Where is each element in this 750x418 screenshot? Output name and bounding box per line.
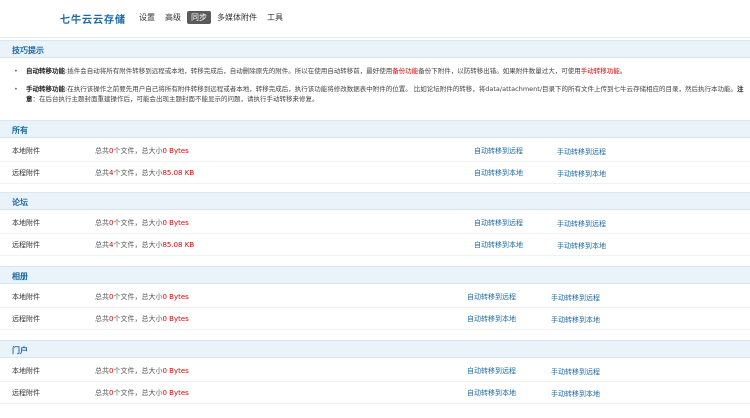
section-title: 所有	[12, 126, 28, 135]
tip-manual-transfer: • 手动转移功能:在执行该操作之前要先用户自己将所有附件转移到远程或者本地，转移…	[14, 84, 744, 104]
manual-transfer-link[interactable]: 手动转移到本地	[557, 241, 606, 251]
file-stats: 总共4个文件，总大小85.08 KB	[95, 240, 194, 250]
table-row: 本地附件 总共0个文件，总大小0 Bytes 自动转移到远程 手动转移到远程	[0, 212, 750, 234]
manual-transfer-link[interactable]: 手动转移到远程	[551, 293, 600, 303]
table-row: 本地附件 总共0个文件，总大小0 Bytes 自动转移到远程 手动转移到远程	[0, 360, 750, 382]
manual-transfer-link[interactable]: 手动转移到本地	[551, 315, 600, 325]
file-size: 0 Bytes	[162, 219, 189, 227]
manual-transfer-link[interactable]: 手动转移到远程	[557, 219, 606, 229]
table-row: 远程附件 总共0个文件，总大小0 Bytes 自动转移到本地 手动转移到本地	[0, 308, 750, 330]
manual-transfer-link[interactable]: 手动转移到本地	[557, 169, 606, 179]
top-bar: 七牛云云存储 设置 高级 同步 多媒体附件 工具	[0, 0, 750, 38]
file-stats: 总共0个文件，总大小0 Bytes	[95, 146, 189, 156]
manual-transfer-link[interactable]: 手动转移到本地	[551, 389, 600, 399]
row-label: 远程附件	[12, 169, 40, 177]
file-size: 85.08 KB	[162, 169, 195, 177]
brand-title: 七牛云云存储	[60, 15, 126, 26]
file-stats: 总共0个文件，总大小0 Bytes	[95, 366, 189, 376]
tips-header: 技巧提示	[0, 40, 750, 58]
tip-text: 备份下附件，以防转移出错。如果附件数量过大，可使用	[418, 67, 581, 75]
tip-label: 自动转移功能	[26, 67, 65, 75]
tip-body: 自动转移功能:插件会自动将所有附件转移到远程或本地，转移完成后，自动删除原先的附…	[14, 66, 744, 76]
stats-text: 总共	[95, 293, 109, 301]
file-size: 0 Bytes	[162, 389, 189, 397]
stats-text: 总共	[95, 169, 109, 177]
stats-text: 个文件，总大小	[113, 367, 163, 375]
auto-transfer-link[interactable]: 自动转移到远程	[474, 146, 523, 156]
tip-text: :插件会自动将所有附件转移到远程或本地，转移完成后，自动删除原先的附件。所以在使…	[65, 67, 393, 75]
stats-text: 总共	[95, 147, 109, 155]
file-size: 0 Bytes	[162, 293, 189, 301]
file-stats: 总共4个文件，总大小85.08 KB	[95, 168, 194, 178]
section-header-forum: 论坛	[0, 192, 750, 210]
tab-media-attachments[interactable]: 多媒体附件	[213, 11, 261, 24]
row-label: 本地附件	[12, 147, 40, 155]
file-stats: 总共0个文件，总大小0 Bytes	[95, 218, 189, 228]
file-stats: 总共0个文件，总大小0 Bytes	[95, 292, 189, 302]
backup-function-link[interactable]: 备份功能	[392, 67, 418, 75]
section-header-all: 所有	[0, 120, 750, 138]
table-row: 远程附件 总共4个文件，总大小85.08 KB 自动转移到本地 手动转移到本地	[0, 234, 750, 256]
auto-transfer-link[interactable]: 自动转移到远程	[467, 292, 516, 302]
stats-text: 总共	[95, 367, 109, 375]
section-title: 相册	[12, 272, 28, 281]
row-label: 远程附件	[12, 315, 40, 323]
tip-text: 。	[619, 67, 627, 75]
row-label: 远程附件	[12, 389, 40, 397]
table-row: 远程附件 总共0个文件，总大小0 Bytes 自动转移到本地 手动转移到本地	[0, 382, 750, 404]
main-nav: 设置 高级 同步 多媒体附件 工具	[135, 11, 289, 24]
tip-text: :在执行该操作之前要先用户自己将所有附件转移到远程或者本地，转移完成后，执行该功…	[65, 85, 738, 93]
file-stats: 总共0个文件，总大小0 Bytes	[95, 388, 189, 398]
file-size: 85.08 KB	[162, 241, 195, 249]
bullet-icon: •	[14, 85, 18, 93]
auto-transfer-link[interactable]: 自动转移到本地	[474, 168, 523, 178]
file-size: 0 Bytes	[162, 315, 189, 323]
auto-transfer-link[interactable]: 自动转移到本地	[467, 314, 516, 324]
auto-transfer-link[interactable]: 自动转移到本地	[467, 388, 516, 398]
file-stats: 总共0个文件，总大小0 Bytes	[95, 314, 189, 324]
stats-text: 个文件，总大小	[113, 219, 163, 227]
stats-text: 个文件，总大小	[113, 315, 163, 323]
row-label: 本地附件	[12, 293, 40, 301]
stats-text: 个文件，总大小	[113, 169, 163, 177]
stats-text: 个文件，总大小	[113, 147, 163, 155]
stats-text: 总共	[95, 315, 109, 323]
file-size: 0 Bytes	[162, 367, 189, 375]
tip-label: 手动转移功能	[26, 85, 65, 93]
tip-body: 手动转移功能:在执行该操作之前要先用户自己将所有附件转移到远程或者本地，转移完成…	[14, 84, 744, 104]
stats-text: 个文件，总大小	[113, 241, 163, 249]
auto-transfer-link[interactable]: 自动转移到本地	[474, 240, 523, 250]
stats-text: 个文件，总大小	[113, 293, 163, 301]
tab-sync[interactable]: 同步	[187, 11, 211, 24]
stats-text: 总共	[95, 241, 109, 249]
manual-transfer-link[interactable]: 手动转移功能	[581, 67, 620, 75]
tip-text: ：在后台执行主题封面重建操作后，可能会出现主题封面不能显示的问题，请执行手动转移…	[32, 95, 319, 103]
file-size: 0 Bytes	[162, 147, 189, 155]
tips-title: 技巧提示	[12, 46, 44, 55]
row-label: 本地附件	[12, 219, 40, 227]
table-row: 本地附件 总共0个文件，总大小0 Bytes 自动转移到远程 手动转移到远程	[0, 286, 750, 308]
manual-transfer-link[interactable]: 手动转移到远程	[551, 367, 600, 377]
manual-transfer-link[interactable]: 手动转移到远程	[557, 147, 606, 157]
tab-tools[interactable]: 工具	[263, 11, 287, 24]
tip-auto-transfer: • 自动转移功能:插件会自动将所有附件转移到远程或本地，转移完成后，自动删除原先…	[14, 66, 744, 76]
section-title: 论坛	[12, 198, 28, 207]
auto-transfer-link[interactable]: 自动转移到远程	[467, 366, 516, 376]
stats-text: 总共	[95, 389, 109, 397]
bullet-icon: •	[14, 67, 18, 75]
auto-transfer-link[interactable]: 自动转移到远程	[474, 218, 523, 228]
stats-text: 总共	[95, 219, 109, 227]
stats-text: 个文件，总大小	[113, 389, 163, 397]
table-row: 远程附件 总共4个文件，总大小85.08 KB 自动转移到本地 手动转移到本地	[0, 162, 750, 184]
row-label: 本地附件	[12, 367, 40, 375]
row-label: 远程附件	[12, 241, 40, 249]
table-row: 本地附件 总共0个文件，总大小0 Bytes 自动转移到远程 手动转移到远程	[0, 140, 750, 162]
tab-settings[interactable]: 设置	[135, 11, 159, 24]
section-header-portal: 门户	[0, 340, 750, 358]
section-header-album: 相册	[0, 266, 750, 284]
tab-advanced[interactable]: 高级	[161, 11, 185, 24]
section-title: 门户	[12, 346, 28, 355]
